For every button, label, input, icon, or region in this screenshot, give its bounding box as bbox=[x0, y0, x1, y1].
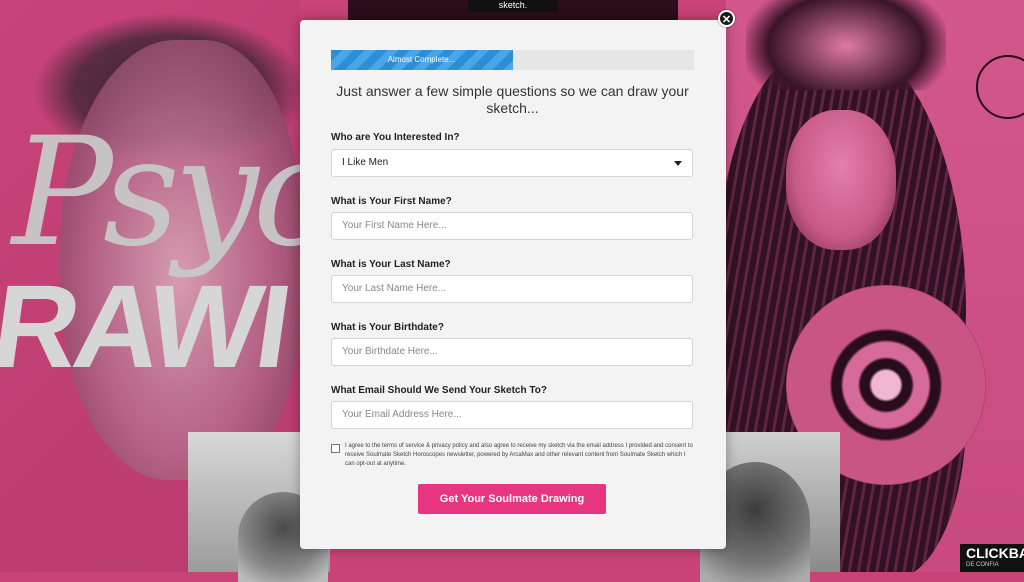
birthdate-label: What is Your Birthdate? bbox=[331, 322, 444, 333]
modal-headline: Just answer a few simple questions so we… bbox=[336, 83, 689, 116]
get-drawing-button[interactable]: Get Your Soulmate Drawing bbox=[418, 484, 606, 514]
interest-select[interactable]: I Like Men bbox=[331, 149, 693, 177]
chevron-down-icon bbox=[674, 161, 682, 166]
last-name-input[interactable]: Your Last Name Here... bbox=[331, 275, 693, 303]
background-butterfly-illustration bbox=[746, 0, 946, 90]
consent-checkbox[interactable] bbox=[331, 444, 340, 453]
last-name-label: What is Your Last Name? bbox=[331, 259, 451, 270]
signup-modal: Almost Complete... Just answer a few sim… bbox=[300, 20, 726, 549]
close-icon[interactable]: ✕ bbox=[718, 10, 735, 27]
email-label: What Email Should We Send Your Sketch To… bbox=[331, 385, 547, 396]
email-input[interactable]: Your Email Address Here... bbox=[331, 401, 693, 429]
progress-label: Almost Complete... bbox=[387, 55, 456, 64]
badge-main-text: CLICKBA bbox=[966, 545, 1024, 561]
background-title-line2: RAWI bbox=[0, 261, 296, 393]
progress-bar: Almost Complete... bbox=[331, 50, 694, 70]
background-symbol-ring bbox=[976, 55, 1024, 119]
interest-selected-value: I Like Men bbox=[342, 157, 389, 168]
first-name-label: What is Your First Name? bbox=[331, 196, 452, 207]
first-name-input[interactable]: Your First Name Here... bbox=[331, 212, 693, 240]
consent-text: I agree to the terms of service & privac… bbox=[345, 443, 693, 467]
clickbank-badge: CLICKBA DE CONFIA bbox=[960, 544, 1024, 572]
background-top-logo: sketch. bbox=[468, 0, 558, 12]
interest-label: Who are You Interested In? bbox=[331, 132, 460, 143]
background-woman-face-illustration bbox=[786, 110, 896, 250]
background-title-line1: Psyc bbox=[12, 106, 337, 280]
birthdate-input[interactable]: Your Birthdate Here... bbox=[331, 338, 693, 366]
badge-sub-text: DE CONFIA bbox=[966, 562, 999, 568]
